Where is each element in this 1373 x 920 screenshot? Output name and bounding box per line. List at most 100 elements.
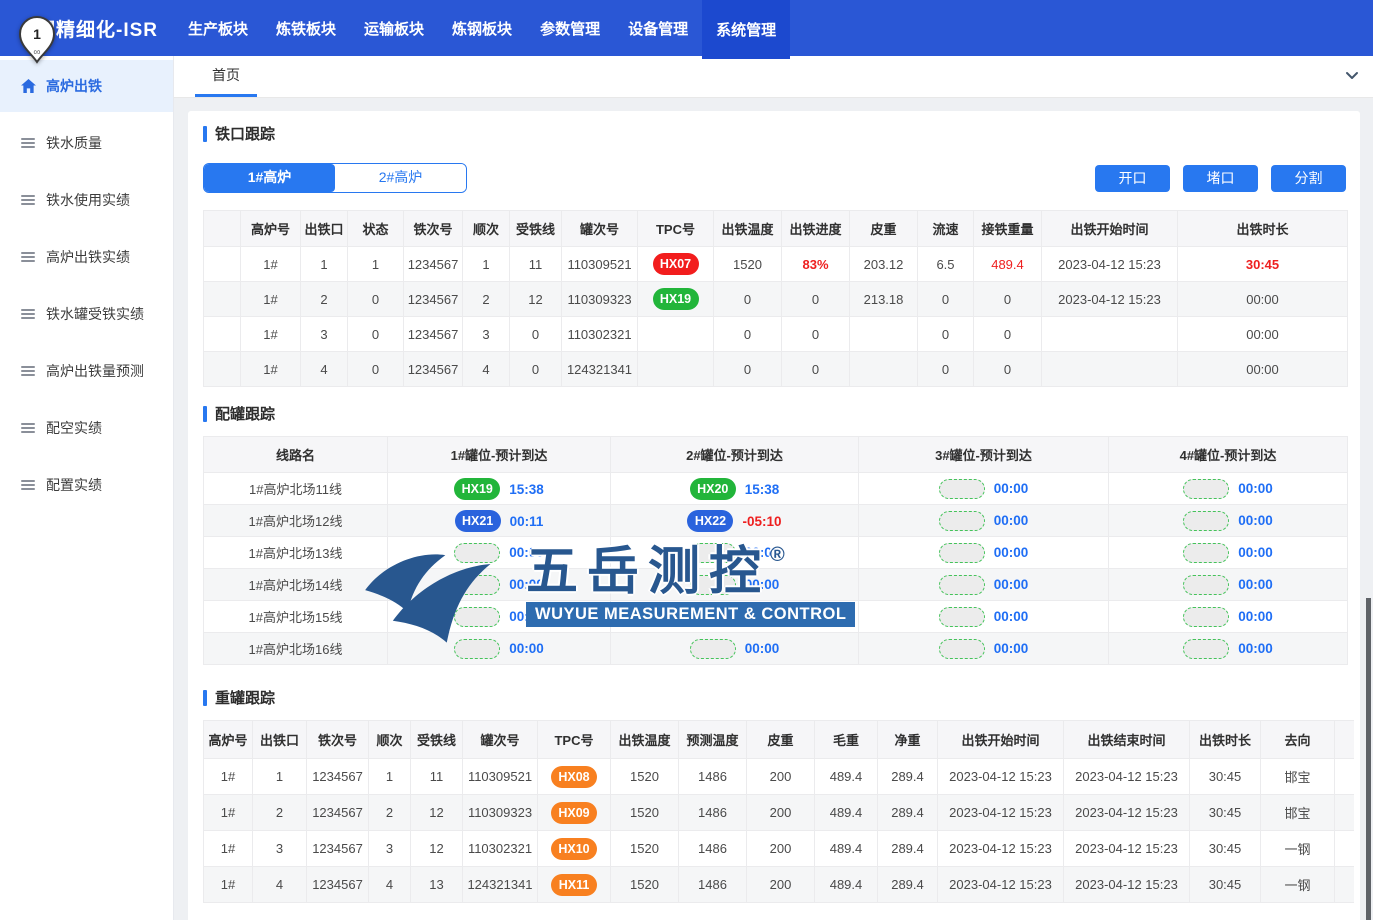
cell: 1234567 bbox=[404, 352, 463, 387]
column-header: 出铁时长 bbox=[1178, 211, 1348, 247]
cell: 2023-04-12 15:23 bbox=[1064, 867, 1190, 903]
table-row[interactable]: 1#高炉北场11线HX1915:38HX2015:3800:0000:00 bbox=[204, 473, 1348, 505]
sidebar-item-配空实绩[interactable]: 配空实绩 bbox=[0, 402, 173, 454]
cell: 13 bbox=[411, 867, 463, 903]
cell: 30 bbox=[1335, 795, 1355, 831]
action-button-分割[interactable]: 分割 bbox=[1271, 165, 1346, 192]
ladle-slot-cell: HX2100:11 bbox=[388, 505, 611, 537]
sidebar-item-铁水罐受铁实绩[interactable]: 铁水罐受铁实绩 bbox=[0, 288, 173, 340]
sidebar-item-铁水质量[interactable]: 铁水质量 bbox=[0, 117, 173, 169]
cell: 6.5 bbox=[918, 247, 974, 282]
eta-time: 15:38 bbox=[745, 482, 780, 497]
ladle-tag-badge: HX19 bbox=[454, 478, 500, 500]
eta-time: 00:00 bbox=[745, 545, 780, 560]
vertical-scrollbar[interactable] bbox=[1364, 0, 1373, 920]
table-row[interactable]: 1#201234567212110309323HX1900213.1800202… bbox=[204, 282, 1348, 317]
sidebar-item-铁水使用实绩[interactable]: 铁水使用实绩 bbox=[0, 174, 173, 226]
cell: 1486 bbox=[679, 831, 747, 867]
table-row[interactable]: 1#高炉北场13线00:0000:0000:0000:00 bbox=[204, 537, 1348, 569]
ladle-slot-cell: 00:00 bbox=[859, 633, 1109, 665]
empty-ladle-slot bbox=[939, 639, 985, 659]
table-row[interactable]: 1#11234567111110309521HX0815201486200489… bbox=[204, 759, 1355, 795]
table-row[interactable]: 1#31234567312110302321HX1015201486200489… bbox=[204, 831, 1355, 867]
section-title-taphole: 铁口跟踪 bbox=[203, 123, 1346, 144]
action-button-堵口[interactable]: 堵口 bbox=[1183, 165, 1258, 192]
table-row[interactable]: 1#111234567111110309521HX07152083%203.12… bbox=[204, 247, 1348, 282]
table-row[interactable]: 1#高炉北场15线00:0000:0000:0000:00 bbox=[204, 601, 1348, 633]
column-header: 铁次号 bbox=[404, 211, 463, 247]
nav-item-运输板块[interactable]: 运输板块 bbox=[350, 0, 438, 56]
nav-item-炼铁板块[interactable]: 炼铁板块 bbox=[262, 0, 350, 56]
cell: 邯宝 bbox=[1261, 759, 1335, 795]
cell: HX08 bbox=[538, 759, 611, 795]
cell: HX10 bbox=[538, 831, 611, 867]
sidebar-item-高炉出铁实绩[interactable]: 高炉出铁实绩 bbox=[0, 231, 173, 283]
table-row[interactable]: 1#30123456730110302321000000:00 bbox=[204, 317, 1348, 352]
heavy-ladle-table-wrap: 高炉号出铁口铁次号顺次受铁线罐次号TPC号出铁温度预测温度皮重毛重净重出铁开始时… bbox=[203, 720, 1354, 903]
cell: 200 bbox=[747, 867, 815, 903]
table-row[interactable]: 1#高炉北场16线00:0000:0000:0000:00 bbox=[204, 633, 1348, 665]
cell-value: 83% bbox=[802, 257, 828, 272]
column-header: 出铁温度 bbox=[611, 721, 679, 759]
column-header: 出铁口 bbox=[301, 211, 348, 247]
cell: 3 bbox=[463, 317, 510, 352]
column-header: 出铁时长 bbox=[1190, 721, 1261, 759]
eta-time: 00:00 bbox=[745, 609, 780, 624]
cell: 1486 bbox=[679, 759, 747, 795]
cell: 1520 bbox=[611, 759, 679, 795]
furnace-tab-1#高炉[interactable]: 1#高炉 bbox=[204, 164, 335, 192]
chevron-down-icon[interactable] bbox=[1345, 71, 1359, 81]
cell: 30:45 bbox=[1190, 759, 1261, 795]
marker-pin-1[interactable]: 1 ∞ bbox=[15, 13, 59, 70]
empty-ladle-slot bbox=[939, 575, 985, 595]
table-row[interactable]: 1#40123456740124321341000000:00 bbox=[204, 352, 1348, 387]
cell: 489.4 bbox=[815, 795, 878, 831]
sidebar-item-高炉出铁量预测[interactable]: 高炉出铁量预测 bbox=[0, 345, 173, 397]
sidebar-item-label: 铁水质量 bbox=[46, 133, 102, 153]
eta-time: 00:00 bbox=[745, 577, 780, 592]
ladle-slot-cell: 00:00 bbox=[388, 601, 611, 633]
tab-home[interactable]: 首页 bbox=[195, 56, 257, 97]
empty-ladle-slot bbox=[1183, 511, 1229, 531]
cell: 200 bbox=[747, 831, 815, 867]
cell: 1 bbox=[463, 247, 510, 282]
nav-item-设备管理[interactable]: 设备管理 bbox=[614, 0, 702, 56]
cell: 4 bbox=[253, 867, 307, 903]
empty-ladle-slot bbox=[939, 543, 985, 563]
cell: 1520 bbox=[714, 247, 782, 282]
sidebar-item-配置实绩[interactable]: 配置实绩 bbox=[0, 459, 173, 511]
column-header: 出铁结束时间 bbox=[1064, 721, 1190, 759]
cell: 110302321 bbox=[562, 317, 638, 352]
cell bbox=[850, 317, 918, 352]
table-row[interactable]: 1#21234567212110309323HX0915201486200489… bbox=[204, 795, 1355, 831]
cell bbox=[638, 352, 714, 387]
eta-time: 00:00 bbox=[994, 513, 1029, 528]
nav-item-炼钢板块[interactable]: 炼钢板块 bbox=[438, 0, 526, 56]
cell-value: 30:45 bbox=[1246, 257, 1279, 272]
column-header: 预计 bbox=[1335, 721, 1355, 759]
table-row[interactable]: 1#高炉北场12线HX2100:11HX22-05:1000:0000:00 bbox=[204, 505, 1348, 537]
sidebar-item-label: 配置实绩 bbox=[46, 475, 102, 495]
empty-ladle-slot bbox=[690, 607, 736, 627]
empty-ladle-slot bbox=[454, 575, 500, 595]
nav-item-生产板块[interactable]: 生产板块 bbox=[174, 0, 262, 56]
cell: 200 bbox=[747, 795, 815, 831]
furnace-tab-2#高炉[interactable]: 2#高炉 bbox=[335, 164, 466, 192]
list-icon bbox=[20, 420, 36, 436]
nav-item-参数管理[interactable]: 参数管理 bbox=[526, 0, 614, 56]
cell: 1234567 bbox=[404, 282, 463, 317]
cell: 12 bbox=[411, 795, 463, 831]
cell: 0 bbox=[782, 317, 850, 352]
action-button-开口[interactable]: 开口 bbox=[1095, 165, 1170, 192]
nav-item-系统管理[interactable]: 系统管理 bbox=[702, 0, 790, 62]
table-row[interactable]: 1#高炉北场14线00:0000:0000:0000:00 bbox=[204, 569, 1348, 601]
link-icon: ∞ bbox=[33, 47, 40, 58]
line-name-cell: 1#高炉北场16线 bbox=[204, 633, 388, 665]
column-header: 罐次号 bbox=[463, 721, 538, 759]
cell: 1# bbox=[204, 867, 253, 903]
scrollbar-thumb[interactable] bbox=[1366, 598, 1371, 920]
cell: 0 bbox=[974, 317, 1042, 352]
cell: 0 bbox=[510, 317, 562, 352]
table-row[interactable]: 1#41234567413124321341HX1115201486200489… bbox=[204, 867, 1355, 903]
cell: 2023-04-12 15:23 bbox=[938, 759, 1064, 795]
